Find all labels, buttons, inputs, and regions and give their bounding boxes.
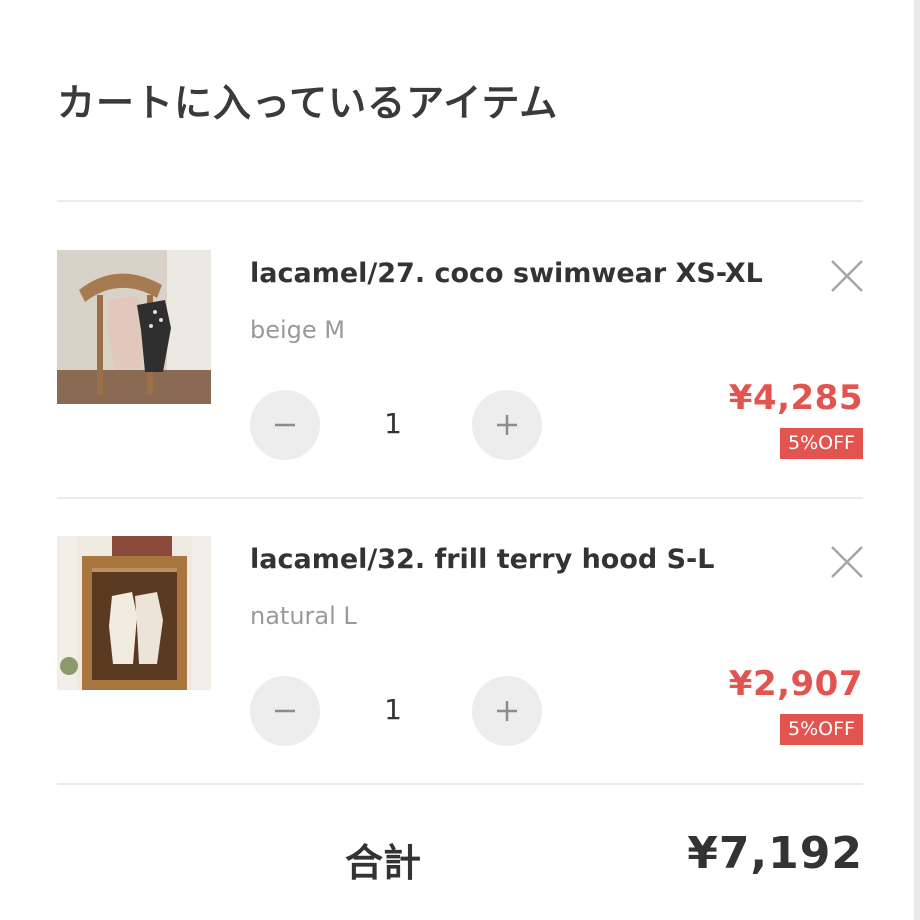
item-name[interactable]: lacamel/32. frill terry hood S-L	[250, 544, 714, 575]
minus-icon	[275, 709, 295, 713]
divider	[57, 497, 863, 499]
product-thumbnail[interactable]	[57, 536, 211, 690]
close-icon	[831, 546, 863, 578]
plus-icon	[497, 415, 517, 435]
total-label: 合計	[345, 841, 422, 885]
product-photo-terry-hood-icon	[57, 536, 211, 690]
item-price: ¥2,907	[728, 664, 863, 704]
product-thumbnail[interactable]	[57, 250, 211, 404]
cart-page: カートに入っているアイテム lacamel/27. coco swimwear …	[0, 0, 920, 920]
item-variant: beige M	[250, 316, 346, 344]
divider	[57, 783, 863, 785]
cart-item: lacamel/32. frill terry hood S-L natural…	[57, 536, 863, 756]
plus-icon	[497, 701, 517, 721]
quantity-value[interactable]: 1	[363, 682, 423, 738]
item-price: ¥4,285	[728, 378, 863, 418]
page-title: カートに入っているアイテム	[57, 81, 559, 125]
item-variant: natural L	[250, 602, 357, 630]
remove-item-button[interactable]	[827, 542, 867, 582]
item-name[interactable]: lacamel/27. coco swimwear XS-XL	[250, 258, 763, 289]
discount-badge: 5%OFF	[780, 428, 863, 459]
divider	[57, 200, 863, 202]
discount-badge: 5%OFF	[780, 714, 863, 745]
remove-item-button[interactable]	[827, 256, 867, 296]
decrement-button[interactable]	[250, 390, 320, 460]
cart-item: lacamel/27. coco swimwear XS-XL beige M …	[57, 250, 863, 470]
quantity-value[interactable]: 1	[363, 396, 423, 452]
total-value: ¥7,192	[687, 828, 863, 879]
scrollbar[interactable]	[914, 0, 920, 920]
increment-button[interactable]	[472, 390, 542, 460]
decrement-button[interactable]	[250, 676, 320, 746]
minus-icon	[275, 423, 295, 427]
product-photo-swimwear-icon	[57, 250, 211, 404]
increment-button[interactable]	[472, 676, 542, 746]
close-icon	[831, 260, 863, 292]
